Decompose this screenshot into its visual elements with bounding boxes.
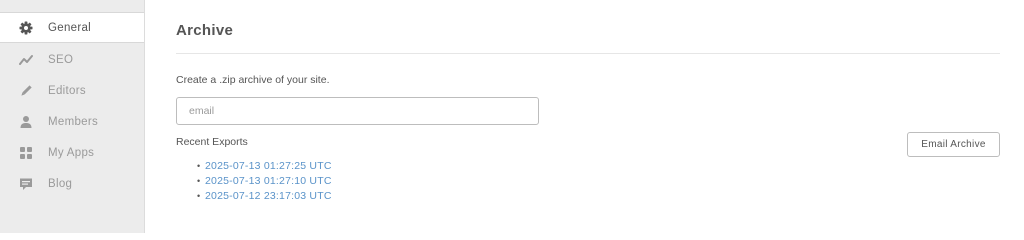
sidebar-item-blog[interactable]: Blog [0,168,144,199]
sidebar-item-label: My Apps [48,146,95,159]
chat-icon [18,176,34,192]
export-link[interactable]: 2025-07-12 23:17:03 UTC [205,189,332,204]
apps-grid-icon [18,145,34,161]
bullet: • [197,191,201,201]
email-archive-button[interactable]: Email Archive [907,132,1000,157]
bullet: • [197,161,201,171]
person-icon [18,114,34,130]
export-link[interactable]: 2025-07-13 01:27:25 UTC [205,159,332,174]
trend-icon [18,52,34,68]
app: General SEO Editors Members My Apps Blog… [0,0,1024,233]
sidebar-item-label: Editors [48,84,86,97]
sidebar-item-editors[interactable]: Editors [0,75,144,106]
sidebar-item-my-apps[interactable]: My Apps [0,137,144,168]
sidebar-item-label: Members [48,115,99,128]
gear-icon [18,20,34,36]
export-link[interactable]: 2025-07-13 01:27:10 UTC [205,174,332,189]
sidebar-item-members[interactable]: Members [0,106,144,137]
main-content: Archive Create a .zip archive of your si… [176,0,1000,233]
list-item: • 2025-07-13 01:27:25 UTC [197,159,332,174]
archive-description: Create a .zip archive of your site. [176,74,330,86]
recent-exports-label: Recent Exports [176,136,248,148]
list-item: • 2025-07-12 23:17:03 UTC [197,189,332,204]
sidebar-item-label: General [48,21,92,34]
sidebar: General SEO Editors Members My Apps Blog [0,0,145,233]
recent-exports-list: • 2025-07-13 01:27:25 UTC • 2025-07-13 0… [197,159,332,204]
list-item: • 2025-07-13 01:27:10 UTC [197,174,332,189]
sidebar-item-general[interactable]: General [0,12,144,43]
bullet: • [197,176,201,186]
sidebar-item-seo[interactable]: SEO [0,44,144,75]
divider [176,53,1000,54]
page-title: Archive [176,22,234,39]
sidebar-item-label: Blog [48,177,73,190]
email-input[interactable] [176,97,539,125]
pencil-icon [18,83,34,99]
sidebar-item-label: SEO [48,53,74,66]
